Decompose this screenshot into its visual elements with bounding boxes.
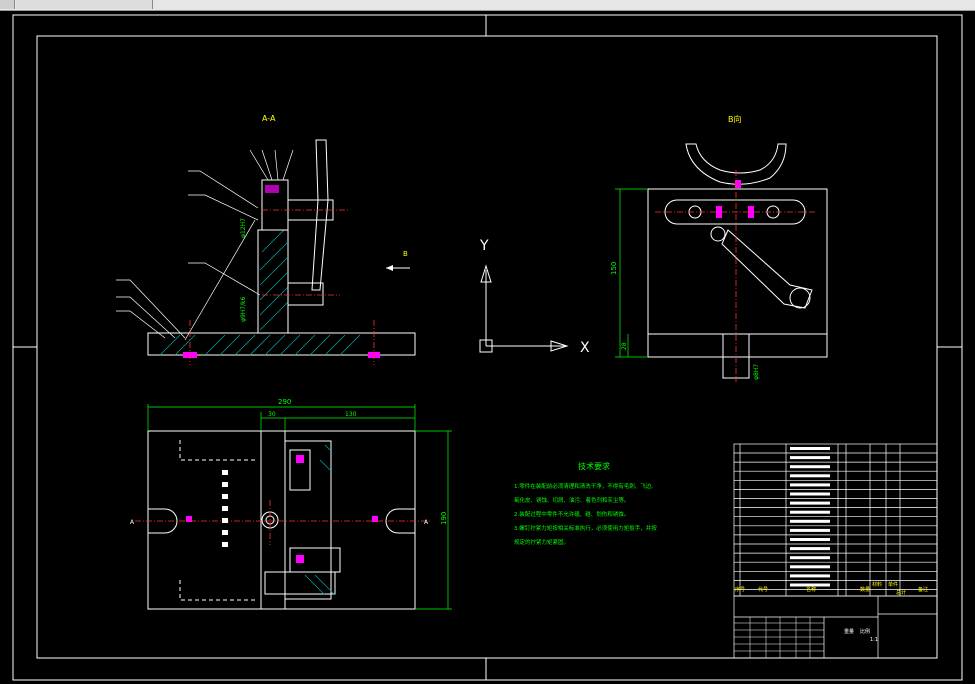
- section-label: A-A: [262, 114, 276, 123]
- bom-row-fill: [790, 565, 830, 569]
- bom-row-fill: [790, 474, 830, 478]
- bom-row-fill: [790, 574, 830, 578]
- svg-text:φ8H7: φ8H7: [753, 364, 760, 380]
- dim-overall-length: 290: [278, 398, 291, 406]
- app-icon[interactable]: [0, 0, 15, 9]
- bom-row-fill: [790, 528, 830, 532]
- svg-text:φ12H7: φ12H7: [240, 218, 247, 238]
- bom-header-name: 名称: [806, 586, 816, 593]
- bom-header-total: 总计: [896, 589, 906, 596]
- ucs-x-label: X: [580, 340, 590, 356]
- bom-row-fill: [790, 556, 830, 560]
- bom-row-fill: [790, 538, 830, 541]
- title-block-scale: 1:1: [870, 637, 878, 643]
- bom-row-fill: [790, 510, 830, 514]
- direction-mark-b: B: [403, 250, 408, 258]
- dim-length-130: 130: [345, 411, 357, 418]
- dim-width-190: 190: [440, 512, 448, 525]
- bom-header-remark: 备注: [918, 586, 928, 593]
- notes-line-1: 1.零件在装配前必须清理和清洗干净，不得有毛刺、飞边、: [514, 482, 657, 490]
- view-label-b: B向: [728, 114, 742, 124]
- title-block-weight-label: 重量: [844, 628, 854, 635]
- notes-line-5: 规定的拧紧力矩紧固。: [514, 538, 569, 546]
- bom-row-fill: [790, 447, 830, 450]
- bom-header-material: 材料: [872, 581, 882, 588]
- bom-header-no: 序号: [735, 586, 745, 593]
- dim-height-150: 150: [610, 262, 618, 275]
- cad-drawing-canvas[interactable]: A-A B φ9H7/k6 φ12H7 X Y B向 150 28 φ8H7 A…: [0, 11, 975, 684]
- bom-header-code: 代号: [758, 586, 768, 593]
- notes-line-3: 2.装配过程中零件不允许磕、碰、划伤和锈蚀。: [514, 510, 629, 518]
- svg-text:φ9H7/k6: φ9H7/k6: [240, 296, 247, 322]
- bom-row-fill: [790, 456, 830, 460]
- notes-line-4: 3.螺钉拧紧力矩按相关标准执行，必须使用力矩扳手，并按: [514, 524, 657, 532]
- window-tab[interactable]: [16, 0, 153, 9]
- notes-line-2: 氧化皮、锈蚀、切屑、油污、着色剂和灰尘等。: [514, 496, 630, 504]
- bom-row-fill: [790, 465, 830, 469]
- dim-height-28: 28: [621, 342, 628, 350]
- bom-row-fill: [790, 483, 830, 487]
- bom-row-fill: [790, 547, 830, 551]
- bom-header-unit: 单件: [888, 581, 898, 588]
- notes-title: 技术要求: [578, 461, 610, 471]
- bom-row-fill: [790, 519, 830, 523]
- app-title-bar: [0, 0, 975, 11]
- bom-row-fill: [790, 501, 830, 505]
- dim-length-30: 30: [268, 411, 276, 418]
- bom-row-fill: [790, 492, 830, 496]
- title-block-scale-label: 比例: [860, 628, 870, 635]
- ucs-y-label: Y: [479, 238, 489, 254]
- bom-header-qty: 数量: [860, 586, 870, 593]
